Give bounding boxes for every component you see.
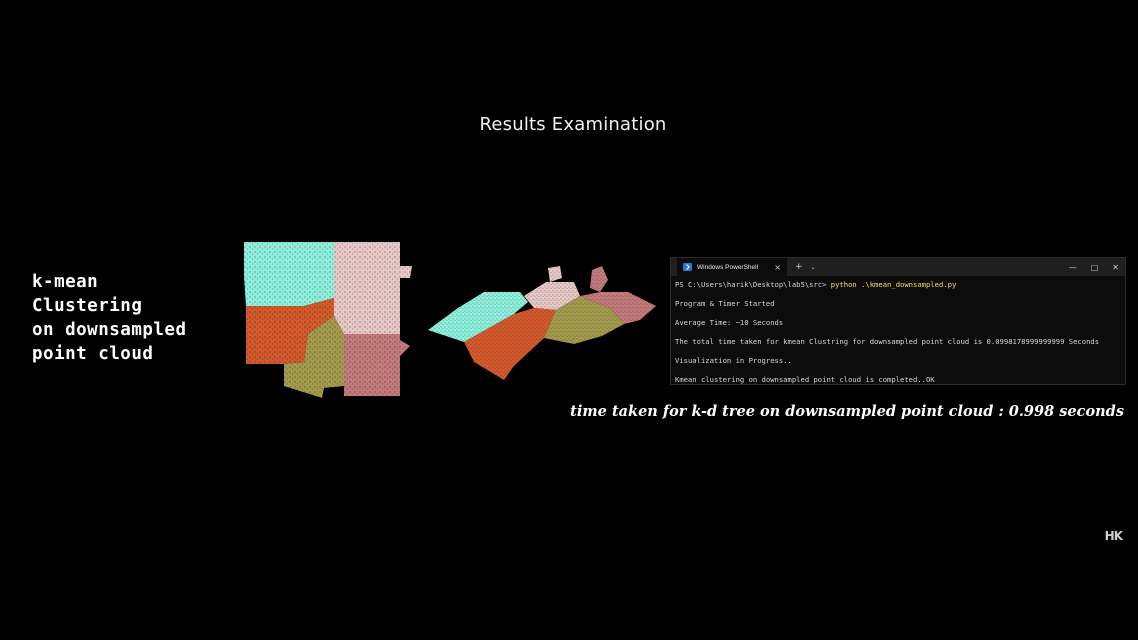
- powershell-icon: [683, 263, 692, 271]
- terminal-tab[interactable]: Windows PowerShell ×: [677, 258, 787, 276]
- method-label-line: point cloud: [32, 344, 154, 364]
- method-label: k-mean Clustering on downsampled point c…: [32, 270, 187, 366]
- terminal-command-line: PS C:\Users\harik\Desktop\lab5\src> pyth…: [675, 280, 1121, 289]
- terminal-prompt: PS C:\Users\harik\Desktop\lab5\src>: [675, 280, 831, 289]
- point-cloud-top-view: [234, 236, 418, 410]
- terminal-command: python .\kmean_downsampled.py: [830, 280, 957, 289]
- point-cloud-isometric-view: [424, 262, 660, 384]
- tab-title: Windows PowerShell: [697, 263, 759, 271]
- terminal-output-line: Average Time: ~10 Seconds: [675, 318, 784, 327]
- new-tab-button[interactable]: +: [795, 262, 803, 272]
- tab-close-icon[interactable]: ×: [774, 263, 781, 272]
- terminal-output-line: Kmean clustering on downsampled point cl…: [675, 375, 935, 384]
- method-label-line: Clustering: [32, 296, 143, 316]
- timing-caption: time taken for k-d tree on downsampled p…: [570, 403, 1124, 420]
- dropdown-chevron-icon[interactable]: ⌄: [811, 264, 816, 271]
- close-button[interactable]: ✕: [1112, 263, 1119, 272]
- maximize-button[interactable]: □: [1091, 263, 1099, 272]
- terminal-titlebar: Windows PowerShell × + ⌄ — □ ✕: [671, 258, 1125, 276]
- hk-logo: HK: [1104, 529, 1123, 543]
- terminal-output-line: Visualization in Progress..: [675, 356, 792, 365]
- terminal-output-line: The total time taken for kmean Clustring…: [675, 337, 1100, 346]
- terminal-output-line: Program & Timer Started: [675, 299, 775, 308]
- method-label-line: k-mean: [32, 272, 99, 292]
- page-title: Results Examination: [479, 114, 667, 135]
- powershell-window[interactable]: Windows PowerShell × + ⌄ — □ ✕ PS C:\Use…: [670, 257, 1126, 385]
- method-label-line: on downsampled: [32, 320, 187, 340]
- minimize-button[interactable]: —: [1069, 263, 1077, 272]
- terminal-output[interactable]: PS C:\Users\harik\Desktop\lab5\src> pyth…: [671, 276, 1125, 384]
